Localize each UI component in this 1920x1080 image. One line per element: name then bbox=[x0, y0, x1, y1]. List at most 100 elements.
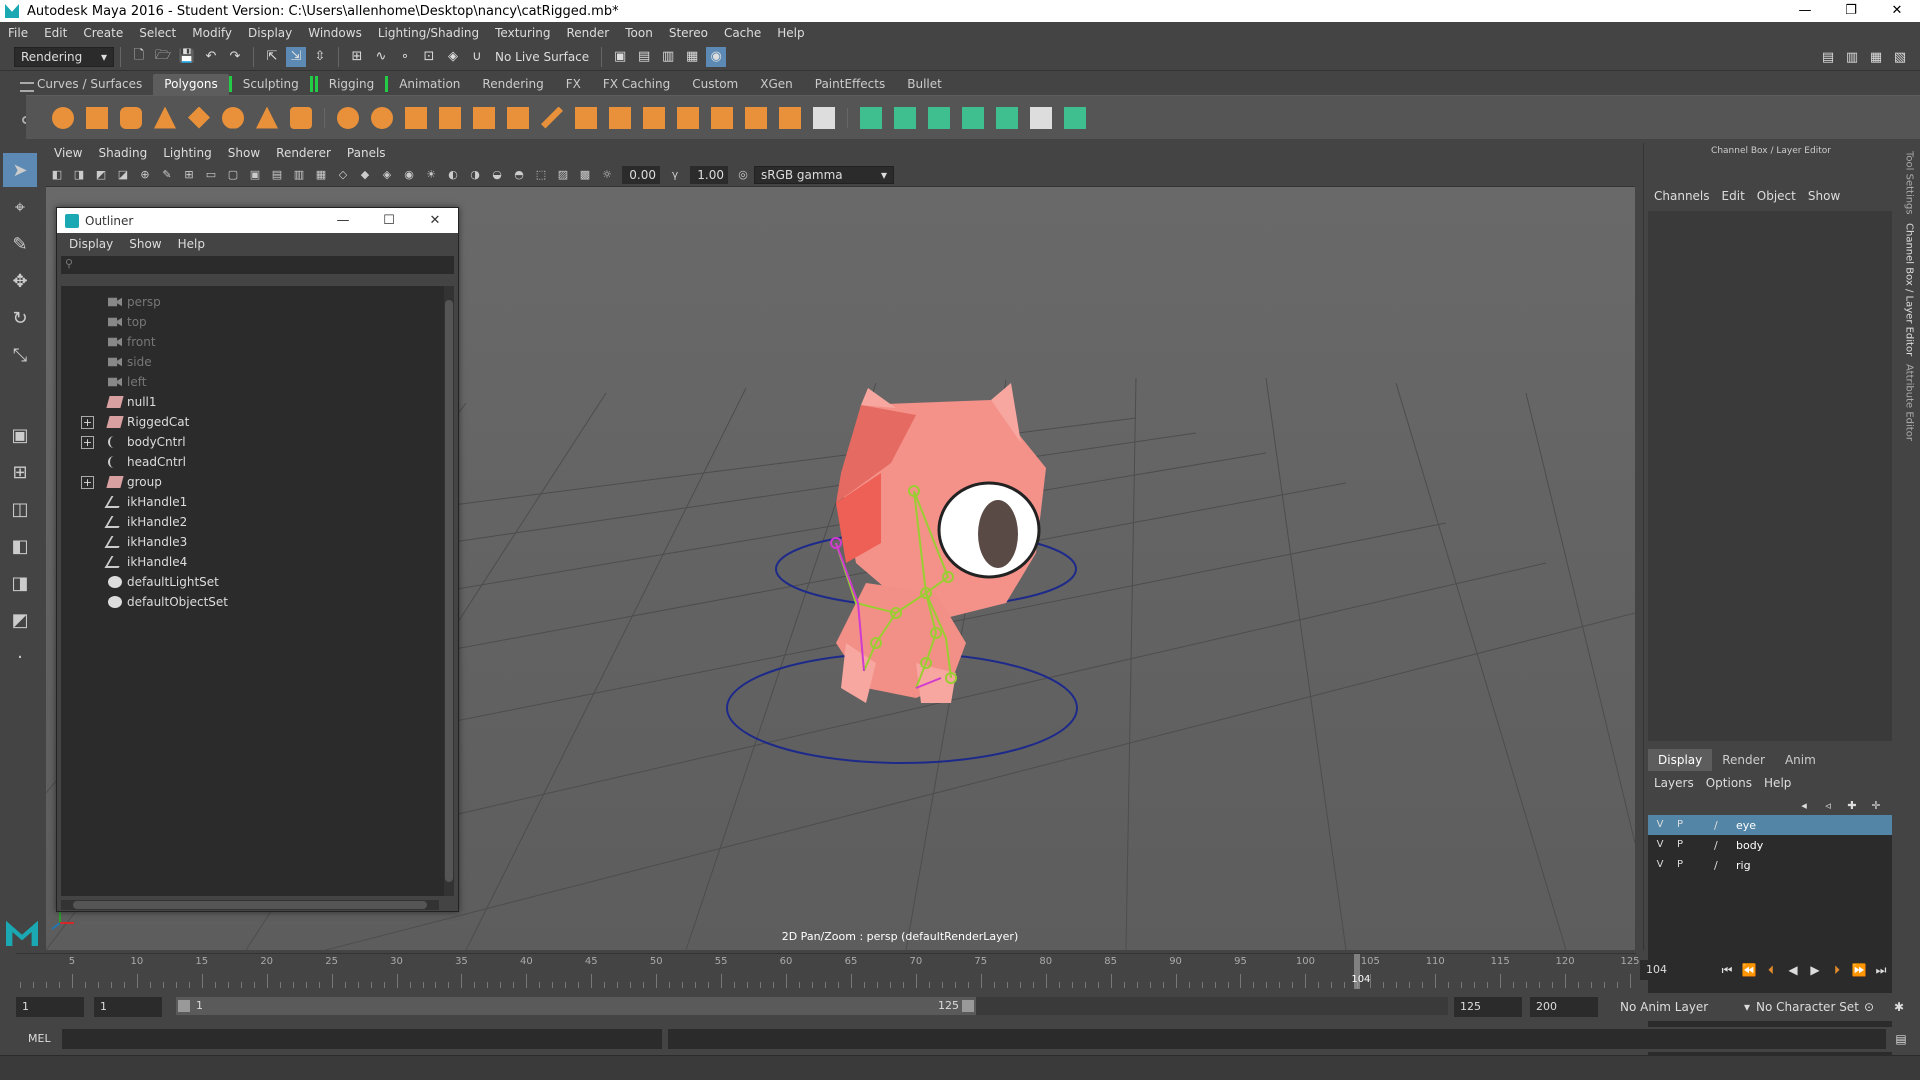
range-slider[interactable]: 1 125 bbox=[176, 997, 1448, 1015]
gate-mask-icon[interactable]: ▣ bbox=[246, 166, 264, 184]
outliner-menu-show[interactable]: Show bbox=[121, 237, 169, 251]
command-language-label[interactable]: MEL bbox=[28, 1032, 51, 1045]
snap-curve-icon[interactable]: ∿ bbox=[371, 47, 391, 67]
save-scene-icon[interactable]: 💾 bbox=[177, 47, 197, 67]
layer-playback-toggle[interactable]: P bbox=[1672, 838, 1688, 852]
outliner-item-group[interactable]: + group bbox=[61, 472, 451, 492]
poly-cube-icon[interactable] bbox=[82, 103, 112, 133]
planar-map-icon[interactable] bbox=[856, 103, 886, 133]
four-pane-icon[interactable]: ⊞ bbox=[3, 455, 37, 489]
smooth-shade-icon[interactable]: ◆ bbox=[356, 166, 374, 184]
tab-display[interactable]: Display bbox=[1648, 749, 1713, 771]
menu-toon[interactable]: Toon bbox=[617, 26, 661, 40]
outliner-item-defaultLightSet[interactable]: defaultLightSet bbox=[61, 572, 451, 592]
anim-layer-dropdown[interactable]: No Anim Layer ▾ bbox=[1620, 997, 1750, 1017]
hypershade-icon[interactable]: ▦ bbox=[682, 47, 702, 67]
tab-custom[interactable]: Custom bbox=[681, 74, 749, 95]
expand-icon[interactable]: + bbox=[81, 475, 94, 489]
layer-menu-options[interactable]: Options bbox=[1700, 776, 1758, 790]
viewport-menu-view[interactable]: View bbox=[46, 146, 90, 160]
merge-icon[interactable] bbox=[741, 103, 771, 133]
outliner-horizontal-scrollbar[interactable] bbox=[61, 900, 439, 910]
layout-icon[interactable]: ▥ bbox=[1842, 47, 1862, 67]
shadows-icon[interactable]: ◐ bbox=[444, 166, 462, 184]
viewport-menu-panels[interactable]: Panels bbox=[339, 146, 394, 160]
layer-color-swatch[interactable] bbox=[1692, 818, 1708, 832]
viewport-menu-renderer[interactable]: Renderer bbox=[268, 146, 339, 160]
outliner-item-RiggedCat[interactable]: + RiggedCat bbox=[61, 412, 451, 432]
menu-windows[interactable]: Windows bbox=[300, 26, 370, 40]
menu-select[interactable]: Select bbox=[131, 26, 184, 40]
expand-icon[interactable]: + bbox=[81, 435, 94, 449]
tab-polygons[interactable]: Polygons bbox=[153, 73, 229, 95]
menuset-dropdown[interactable]: Rendering ▾ bbox=[14, 46, 114, 67]
start-time-field[interactable]: 1 bbox=[16, 997, 84, 1017]
outliner-item-side[interactable]: side bbox=[61, 352, 451, 372]
wireframe-icon[interactable]: ◇ bbox=[334, 166, 352, 184]
auto-key-icon[interactable]: ⊙ bbox=[1858, 997, 1880, 1017]
go-to-end-icon[interactable]: ⏭ bbox=[1870, 960, 1892, 980]
render-settings-icon[interactable]: ▥ bbox=[658, 47, 678, 67]
outliner-close-button[interactable]: ✕ bbox=[412, 208, 458, 233]
tab-animation[interactable]: Animation bbox=[388, 74, 471, 95]
outliner-item-ikHandle4[interactable]: ikHandle4 bbox=[61, 552, 451, 572]
menu-help[interactable]: Help bbox=[769, 26, 812, 40]
snap-point-icon[interactable]: ∘ bbox=[395, 47, 415, 67]
outliner-vertical-scrollbar[interactable] bbox=[444, 286, 454, 896]
magnet-icon[interactable]: ∪ bbox=[467, 47, 487, 67]
use-all-lights-icon[interactable]: ☀ bbox=[422, 166, 440, 184]
viewport-menu-lighting[interactable]: Lighting bbox=[155, 146, 220, 160]
step-back-key-icon[interactable]: ⏪ bbox=[1738, 960, 1760, 980]
outliner-item-bodyCntrl[interactable]: + bodyCntrl bbox=[61, 432, 451, 452]
playback-start-field[interactable]: 1 bbox=[94, 997, 162, 1017]
outliner-item-ikHandle1[interactable]: ikHandle1 bbox=[61, 492, 451, 512]
poly-cone-icon[interactable] bbox=[150, 103, 180, 133]
tab-xgen[interactable]: XGen bbox=[749, 74, 804, 95]
motion-blur-icon[interactable]: ◒ bbox=[488, 166, 506, 184]
rotate-tool-icon[interactable]: ↻ bbox=[3, 301, 37, 335]
range-end-handle[interactable] bbox=[962, 1000, 974, 1012]
poly-torus-icon[interactable] bbox=[218, 103, 248, 133]
redo-icon[interactable]: ↷ bbox=[225, 47, 245, 67]
film-gate-icon[interactable]: ▭ bbox=[202, 166, 220, 184]
textured-icon[interactable]: ◉ bbox=[400, 166, 418, 184]
fill-hole-icon[interactable] bbox=[707, 103, 737, 133]
workspace-icon[interactable]: ▤ bbox=[1818, 47, 1838, 67]
step-forward-key-icon[interactable]: ⏩ bbox=[1848, 960, 1870, 980]
exposure-icon[interactable]: ☼ bbox=[598, 166, 616, 184]
script-editor-icon[interactable]: ▤ bbox=[1890, 1029, 1912, 1049]
layer-color-swatch[interactable] bbox=[1692, 838, 1708, 852]
close-button[interactable]: ✕ bbox=[1874, 0, 1920, 22]
poly-sphere-icon[interactable] bbox=[48, 103, 78, 133]
playback-end-field[interactable]: 125 bbox=[1454, 997, 1522, 1017]
current-frame-field[interactable]: 104 bbox=[1640, 960, 1700, 980]
persp-graph-icon[interactable]: ◨ bbox=[3, 566, 37, 600]
new-scene-icon[interactable]: 🗋 bbox=[129, 47, 149, 67]
tab-fx-caching[interactable]: FX Caching bbox=[592, 74, 681, 95]
extract-icon[interactable] bbox=[401, 103, 431, 133]
outliner-item-ikHandle2[interactable]: ikHandle2 bbox=[61, 512, 451, 532]
channel-box-menu-edit[interactable]: Edit bbox=[1716, 189, 1751, 203]
tab-anim[interactable]: Anim bbox=[1775, 749, 1826, 771]
end-time-field[interactable]: 200 bbox=[1530, 997, 1598, 1017]
xray-joints-icon[interactable]: ▩ bbox=[576, 166, 594, 184]
automatic-map-icon[interactable] bbox=[958, 103, 988, 133]
smooth-icon[interactable] bbox=[469, 103, 499, 133]
outliner-menu-help[interactable]: Help bbox=[170, 237, 213, 251]
outliner-item-left[interactable]: left bbox=[61, 372, 451, 392]
layer-row-body[interactable]: V P / body bbox=[1648, 835, 1892, 855]
view-transform-dropdown[interactable]: sRGB gamma ▾ bbox=[754, 165, 894, 184]
xray-icon[interactable]: ▨ bbox=[554, 166, 572, 184]
animation-preferences-icon[interactable]: ✱ bbox=[1888, 997, 1910, 1017]
more-layouts-icon[interactable]: · bbox=[3, 640, 37, 674]
tab-fx[interactable]: FX bbox=[555, 74, 592, 95]
menu-edit[interactable]: Edit bbox=[36, 26, 75, 40]
expand-icon[interactable]: + bbox=[81, 415, 94, 429]
restore-button[interactable]: ❐ bbox=[1828, 0, 1874, 22]
tab-curves-surfaces[interactable]: Curves / Surfaces bbox=[26, 74, 153, 95]
snap-grid-icon[interactable]: ⊞ bbox=[347, 47, 367, 67]
grid-icon[interactable]: ⊞ bbox=[180, 166, 198, 184]
move-tool-icon[interactable]: ✥ bbox=[3, 264, 37, 298]
minimize-button[interactable]: — bbox=[1782, 0, 1828, 22]
isolate-select-icon[interactable]: ⬚ bbox=[532, 166, 550, 184]
